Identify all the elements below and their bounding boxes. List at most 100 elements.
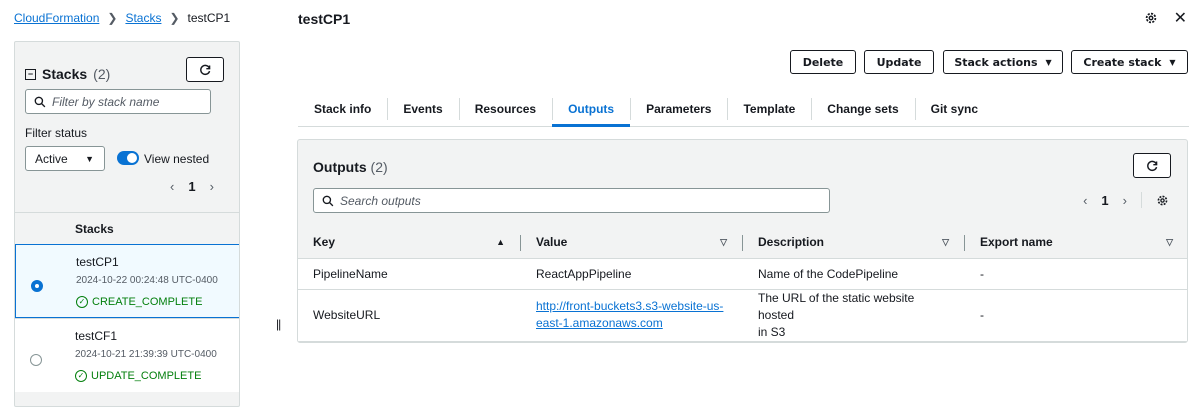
chevron-left-icon[interactable]: ‹ — [1083, 193, 1087, 208]
stack-tabs: Stack info Events Resources Outputs Para… — [298, 92, 1189, 127]
column-value-label: Value — [536, 235, 568, 250]
outputs-table: Key ▲ Value ▽ Description ▽ Export name … — [298, 227, 1187, 342]
search-icon — [34, 96, 46, 107]
website-url-line2: east-1.amazonaws.com — [536, 316, 663, 330]
output-value: http://front-buckets3.s3-website-us-east… — [521, 289, 743, 342]
stacks-panel-title[interactable]: − Stacks (2) — [25, 66, 110, 82]
chevron-right-icon: ❯ — [107, 11, 118, 25]
sort-ascending-icon[interactable]: ▲ — [496, 237, 505, 247]
tab-change-sets[interactable]: Change sets — [811, 92, 914, 126]
stack-row-testcp1[interactable]: testCP1 2024-10-22 00:24:48 UTC-0400 ✓ C… — [15, 244, 239, 318]
stack-list-header: Stacks — [15, 212, 239, 244]
stacks-refresh-button[interactable] — [186, 57, 224, 82]
outputs-refresh-button[interactable] — [1133, 153, 1171, 178]
output-key: WebsiteURL — [298, 289, 521, 342]
output-export: - — [965, 258, 1187, 290]
stack-filter-input[interactable]: Filter by stack name — [25, 89, 211, 114]
collapse-icon[interactable]: − — [25, 68, 36, 80]
sort-icon[interactable]: ▽ — [942, 237, 949, 248]
close-icon[interactable]: ✕ — [1174, 8, 1187, 28]
column-header-key[interactable]: Key ▲ — [298, 227, 521, 259]
update-label: Update — [876, 55, 922, 69]
outputs-page-number[interactable]: 1 — [1101, 193, 1108, 208]
refresh-icon — [199, 64, 210, 76]
outputs-title: Outputs (2) — [313, 159, 388, 175]
stack-status-text: UPDATE_COMPLETE — [91, 370, 202, 382]
stack-actions-button[interactable]: Stack actions ▼ — [943, 50, 1063, 74]
stack-status-text: CREATE_COMPLETE — [92, 296, 203, 308]
stacks-page-number[interactable]: 1 — [188, 179, 195, 194]
output-export: - — [965, 289, 1187, 342]
column-header-value[interactable]: Value ▽ — [521, 227, 743, 259]
settings-icon[interactable] — [1156, 194, 1169, 207]
panel-resize-handle[interactable]: || — [276, 317, 281, 331]
breadcrumb-stacks-link[interactable]: Stacks — [125, 11, 161, 25]
stack-list: Stacks testCP1 2024-10-22 00:24:48 UTC-0… — [15, 212, 239, 392]
settings-icon[interactable] — [1144, 11, 1158, 25]
stack-date: 2024-10-21 21:39:39 UTC-0400 — [75, 349, 217, 360]
stack-name: testCF1 — [75, 329, 118, 343]
sort-icon[interactable]: ▽ — [1166, 237, 1173, 248]
breadcrumb-current: testCP1 — [187, 11, 231, 25]
stack-row-testcf1[interactable]: testCF1 2024-10-21 21:39:39 UTC-0400 ✓ U… — [15, 318, 239, 392]
view-nested-toggle[interactable] — [117, 151, 139, 165]
stacks-pagination: ‹ 1 › — [170, 179, 214, 194]
delete-button[interactable]: Delete — [790, 50, 856, 74]
filter-status-label: Filter status — [25, 126, 88, 140]
stack-date: 2024-10-22 00:24:48 UTC-0400 — [76, 275, 218, 286]
sort-icon[interactable]: ▽ — [720, 237, 727, 248]
delete-label: Delete — [802, 55, 844, 69]
page-title: testCP1 — [298, 11, 351, 27]
stacks-title: Stacks — [42, 66, 88, 82]
view-nested-label: View nested — [144, 152, 210, 166]
column-header-export[interactable]: Export name ▽ — [965, 227, 1187, 259]
check-circle-icon: ✓ — [76, 296, 88, 308]
tab-parameters[interactable]: Parameters — [630, 92, 727, 126]
column-description-label: Description — [758, 235, 825, 250]
create-stack-label: Create stack — [1083, 55, 1162, 69]
stack-status: ✓ CREATE_COMPLETE — [76, 296, 202, 308]
stack-actions-label: Stack actions — [954, 55, 1038, 69]
stacks-count: (2) — [93, 66, 111, 82]
description-line2: in S3 — [758, 324, 786, 339]
caret-down-icon: ▼ — [85, 153, 94, 164]
website-url-link[interactable]: http://front-buckets3.s3-website-us-east… — [536, 299, 723, 330]
tab-stack-info[interactable]: Stack info — [298, 92, 387, 126]
outputs-search-input[interactable]: Search outputs — [313, 188, 830, 213]
outputs-panel: Outputs (2) Search outputs ‹ 1 › Key ▲ V… — [297, 139, 1188, 343]
output-description: Name of the CodePipeline — [743, 258, 965, 290]
update-button[interactable]: Update — [864, 50, 934, 74]
outputs-title-text: Outputs — [313, 159, 367, 175]
chevron-right-icon[interactable]: › — [1123, 193, 1127, 208]
chevron-left-icon[interactable]: ‹ — [170, 179, 174, 194]
chevron-right-icon[interactable]: › — [210, 179, 214, 194]
create-stack-button[interactable]: Create stack ▼ — [1071, 50, 1188, 74]
outputs-search-placeholder: Search outputs — [340, 193, 421, 208]
filter-status-select[interactable]: Active ▼ — [25, 146, 105, 171]
breadcrumb-cloudformation-link[interactable]: CloudFormation — [14, 11, 99, 25]
column-header-description[interactable]: Description ▽ — [743, 227, 965, 259]
filter-status-value: Active — [35, 151, 68, 166]
table-row: PipelineName ReactAppPipeline Name of th… — [298, 258, 1187, 290]
breadcrumb: CloudFormation ❯ Stacks ❯ testCP1 — [14, 11, 230, 25]
stacks-panel: − Stacks (2) Filter by stack name Filter… — [14, 41, 240, 407]
stack-name: testCP1 — [76, 255, 119, 269]
column-key-label: Key — [313, 235, 336, 250]
check-circle-icon: ✓ — [75, 370, 87, 382]
search-icon — [322, 195, 334, 206]
output-key: PipelineName — [298, 258, 521, 290]
tab-template[interactable]: Template — [727, 92, 811, 126]
stack-filter-placeholder: Filter by stack name — [52, 94, 160, 109]
stack-status: ✓ UPDATE_COMPLETE — [75, 370, 201, 382]
outputs-pagination: ‹ 1 › — [1083, 192, 1169, 208]
tab-outputs[interactable]: Outputs — [552, 92, 631, 127]
top-icons: ✕ — [1144, 8, 1187, 28]
stack-radio[interactable] — [30, 354, 42, 366]
tab-resources[interactable]: Resources — [458, 92, 552, 126]
stack-radio-selected[interactable] — [31, 280, 43, 292]
table-row: WebsiteURL http://front-buckets3.s3-webs… — [298, 289, 1187, 342]
column-export-label: Export name — [980, 235, 1053, 250]
tab-events[interactable]: Events — [387, 92, 458, 126]
tab-git-sync[interactable]: Git sync — [914, 92, 994, 126]
caret-down-icon: ▼ — [1169, 57, 1176, 67]
